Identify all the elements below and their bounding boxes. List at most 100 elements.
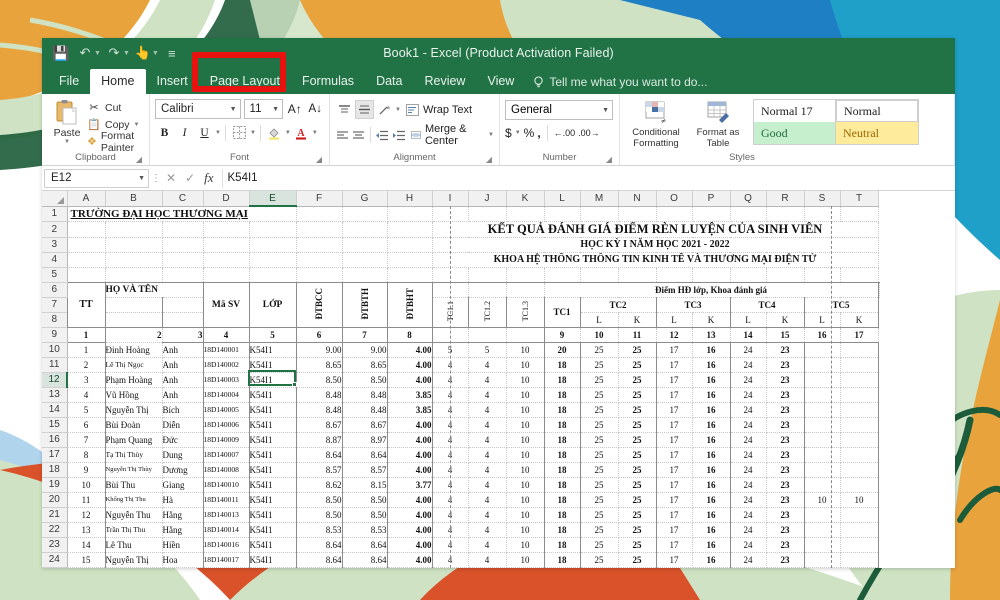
cell-tc4-K[interactable]: 23 [766,372,804,387]
grid-cell-empty[interactable] [506,327,544,342]
header-tc4-L[interactable]: L [730,312,766,327]
grid-cell-empty[interactable] [432,282,468,297]
copy-dropdown-icon[interactable]: ▼ [134,122,140,128]
header-tc2-K[interactable]: K [618,312,656,327]
cell-tc1[interactable]: 18 [544,372,580,387]
paste-dropdown-icon[interactable]: ▼ [64,139,70,145]
grid-cell-empty[interactable] [105,297,162,312]
grid-cell-empty[interactable] [840,267,878,282]
cell-masv[interactable]: 18D140016 [203,537,249,552]
row-header-9[interactable]: 9 [42,327,67,342]
grid-cell-empty[interactable] [432,267,468,282]
cell-tc3-L[interactable]: 17 [656,432,692,447]
fill-color-dropdown-icon[interactable]: ▼ [285,130,291,136]
grid-cell-empty[interactable] [342,252,387,267]
header-tt[interactable]: TT [67,282,105,327]
row-header-10[interactable]: 10 [42,342,67,357]
cell-ho[interactable]: Phạm Hoàng [105,372,162,387]
header-lop[interactable]: LỚP [249,282,296,327]
cell-tc5-L[interactable] [804,387,840,402]
grid-cell-empty[interactable] [342,221,387,237]
cell-tt[interactable]: 12 [67,507,105,522]
column-header-T[interactable]: T [840,191,878,206]
cell-tc3-K[interactable]: 16 [692,492,730,507]
cell-tc1-1[interactable]: 4 [432,522,468,537]
cell-dtbth[interactable]: 8.67 [342,417,387,432]
row-header-21[interactable]: 21 [42,507,67,522]
cell-tc3-L[interactable]: 17 [656,447,692,462]
number-format-dropdown-icon[interactable]: ▼ [602,107,609,114]
cell-dtbth[interactable]: 8.53 [342,522,387,537]
alignment-dialog-launcher-icon[interactable]: ◢ [486,155,492,164]
cell-tc1-2[interactable]: 4 [468,492,506,507]
grid-cell-empty[interactable] [387,252,432,267]
grid-cell-empty[interactable] [766,267,804,282]
row-header-6[interactable]: 6 [42,282,67,297]
cell-tc1-1[interactable]: 4 [432,537,468,552]
cell-tc5-K[interactable] [840,522,878,537]
column-header-E[interactable]: E [249,191,296,206]
cell-dtbth[interactable]: 8.48 [342,402,387,417]
header-dtbth[interactable]: ĐTBTH [342,282,387,327]
cell-tc1[interactable]: 20 [544,342,580,357]
grid-cell-empty[interactable] [342,206,387,221]
row-header-4[interactable]: 4 [42,252,67,267]
cell-dtbht[interactable]: 4.00 [387,372,432,387]
cell-tc1-1[interactable]: 5 [432,342,468,357]
cell-tc2-L[interactable]: 25 [580,462,618,477]
cell-tc3-K[interactable]: 16 [692,402,730,417]
cell-ten[interactable]: Hiền [162,537,203,552]
grid-cell-empty[interactable] [387,267,432,282]
cell-tc4-L[interactable]: 24 [730,522,766,537]
column-header-P[interactable]: P [692,191,730,206]
cell-ten[interactable]: Bích [162,402,203,417]
cell-tc3-L[interactable]: 17 [656,492,692,507]
grid-cell-empty[interactable] [387,206,432,221]
numbering-12[interactable]: 12 [656,327,692,342]
numbering-16[interactable]: 16 [804,327,840,342]
cell-dtbth[interactable]: 8.50 [342,507,387,522]
tab-view[interactable]: View [476,69,525,94]
cell-dtbth[interactable]: 8.50 [342,492,387,507]
grid-cell-empty[interactable] [105,221,162,237]
row-header-16[interactable]: 16 [42,432,67,447]
cell-tc2-K[interactable]: 25 [618,357,656,372]
header-tc1-3[interactable]: TC1.3 [506,297,544,327]
cell-lop[interactable]: K54I1 [249,387,296,402]
cell-ten[interactable]: Giang [162,477,203,492]
cell-tc1-2[interactable]: 4 [468,522,506,537]
cell-tc5-K[interactable] [840,537,878,552]
row-header-14[interactable]: 14 [42,402,67,417]
cell-masv[interactable]: 18D140002 [203,357,249,372]
numbering-10[interactable]: 10 [580,327,618,342]
align-center-icon[interactable] [351,126,366,145]
cell-dtbth[interactable]: 9.00 [342,342,387,357]
numbering-1[interactable]: 1 [67,327,105,342]
grid-cell-empty[interactable] [249,237,296,252]
cell-tc4-K[interactable]: 23 [766,552,804,567]
cell-tc3-K[interactable]: 16 [692,477,730,492]
cell-lop[interactable]: K54I1 [249,402,296,417]
column-header-B[interactable]: B [105,191,162,206]
cell-tc1-3[interactable]: 10 [506,342,544,357]
cell-dtbcc[interactable]: 8.48 [296,402,342,417]
cell-ho[interactable]: Vũ Hồng [105,387,162,402]
cell-doc-title-line2[interactable]: HỌC KỲ I NĂM HỌC 2021 - 2022 [432,237,878,252]
cell-tc3-K[interactable]: 16 [692,522,730,537]
cell-ho[interactable]: Nguyễn Thu [105,507,162,522]
grid-cell-empty[interactable] [203,267,249,282]
cell-tc3-K[interactable]: 16 [692,552,730,567]
row-header-19[interactable]: 19 [42,477,67,492]
row-header-15[interactable]: 15 [42,417,67,432]
cell-tc4-K[interactable]: 23 [766,342,804,357]
align-middle-icon[interactable] [355,100,374,119]
grid-cell-empty[interactable] [203,221,249,237]
cell-tt[interactable]: 3 [67,372,105,387]
row-header-1[interactable]: 1 [42,206,67,221]
cell-doc-title-line1[interactable]: KẾT QUẢ ĐÁNH GIÁ ĐIỂM RÈN LUYỆN CỦA SINH… [432,221,878,237]
cell-tc1-3[interactable]: 10 [506,372,544,387]
cell-tc5-K[interactable] [840,477,878,492]
cell-tc5-K[interactable] [840,507,878,522]
cell-tc4-K[interactable]: 23 [766,432,804,447]
grid-cell-empty[interactable] [432,327,468,342]
